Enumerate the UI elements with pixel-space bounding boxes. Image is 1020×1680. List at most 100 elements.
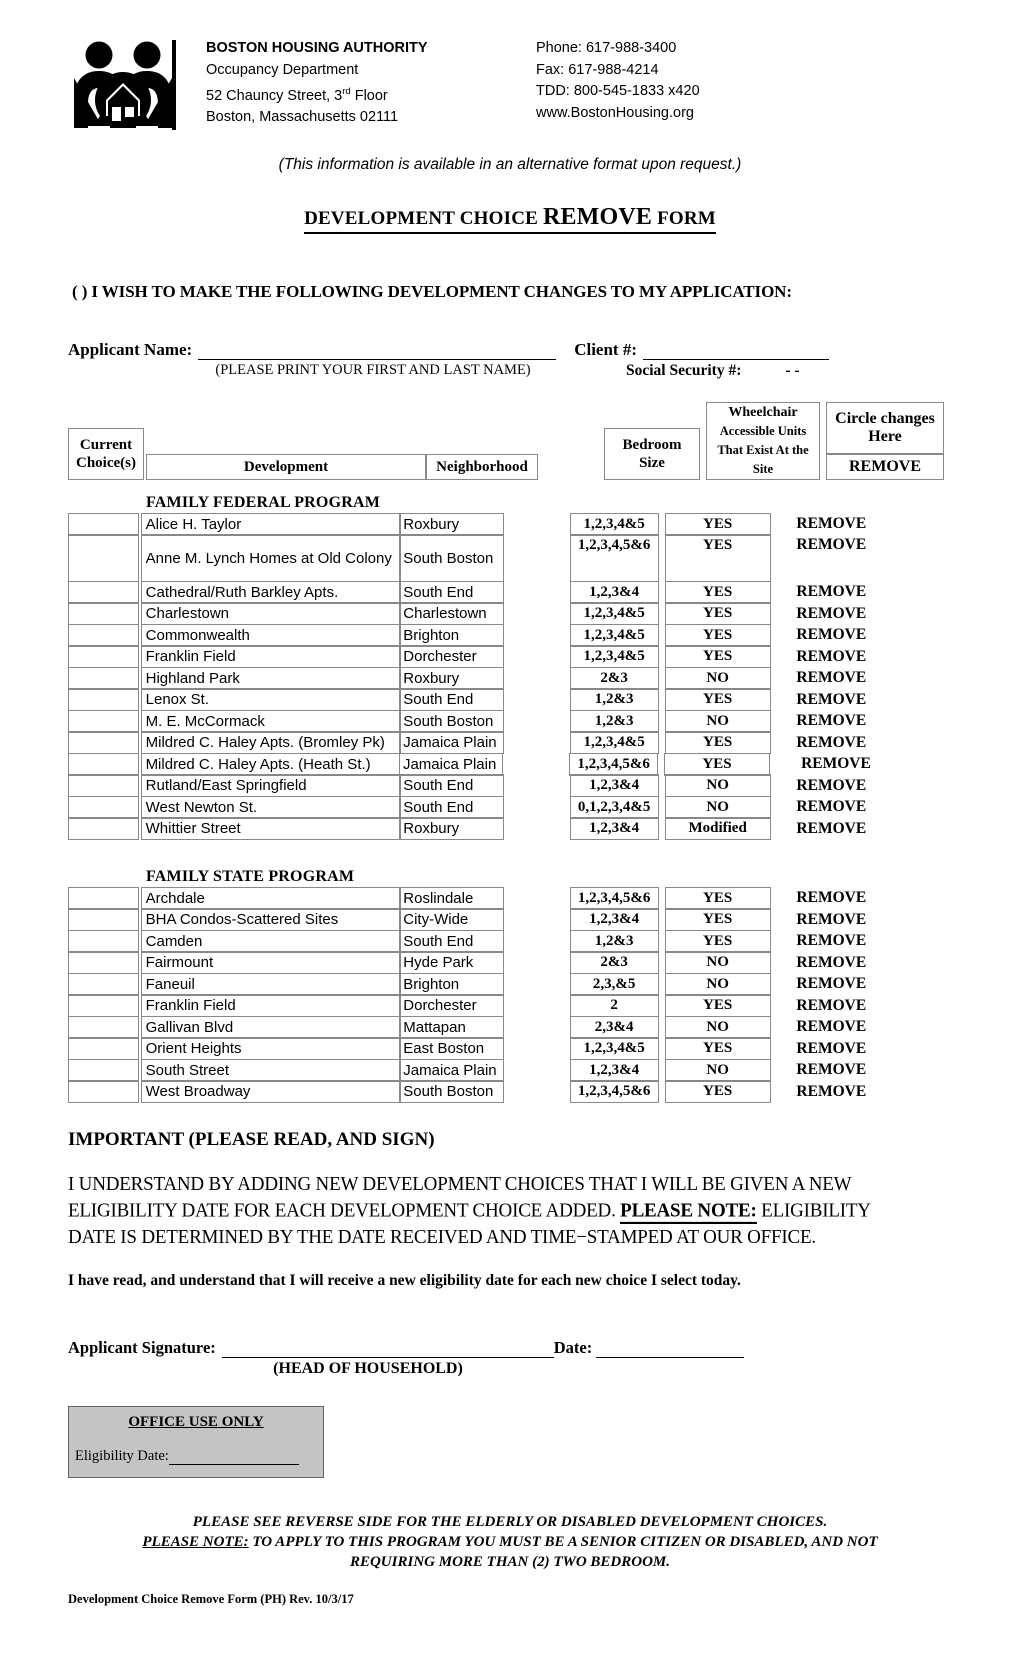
neighborhood-name: Jamaica Plain bbox=[398, 752, 504, 776]
current-choice-checkbox[interactable] bbox=[68, 580, 139, 604]
remove-action-label[interactable]: REMOVE bbox=[777, 534, 886, 582]
remove-action-label[interactable]: REMOVE bbox=[777, 973, 886, 996]
remove-action-label[interactable]: REMOVE bbox=[777, 951, 886, 974]
current-choice-checkbox[interactable] bbox=[68, 512, 139, 536]
table-row: West Newton St. South End 0,1,2,3,4&5 NO REM… bbox=[68, 795, 886, 819]
remove-action-label[interactable]: REMOVE bbox=[777, 710, 886, 733]
development-name: Faneuil bbox=[140, 972, 401, 996]
accessible-units-value: NO bbox=[664, 666, 771, 690]
development-name: Whittier Street bbox=[140, 817, 401, 840]
fax: Fax: 617-988-4214 bbox=[536, 61, 659, 78]
current-choice-checkbox[interactable] bbox=[68, 752, 139, 776]
neighborhood-name: Mattapan bbox=[399, 1015, 504, 1039]
table-row: Lenox St. South End 1,2&3 YES REMOVE bbox=[68, 688, 886, 711]
client-number-input[interactable] bbox=[643, 342, 829, 360]
signature-label: Applicant Signature: bbox=[68, 1338, 216, 1357]
eligibility-date-input[interactable] bbox=[168, 1450, 299, 1465]
city-state-zip: Boston, Massachusetts 02111 bbox=[206, 109, 399, 126]
remove-action-label[interactable]: REMOVE bbox=[777, 1016, 886, 1039]
current-choice-checkbox[interactable] bbox=[68, 645, 139, 668]
current-choice-checkbox[interactable] bbox=[68, 994, 139, 1017]
neighborhood-name: Roxbury bbox=[399, 817, 504, 840]
remove-action-label[interactable]: REMOVE bbox=[777, 908, 886, 931]
neighborhood-name: Dorchester bbox=[399, 994, 504, 1017]
remove-action-label[interactable]: REMOVE bbox=[777, 930, 886, 953]
remove-action-label[interactable]: REMOVE bbox=[777, 1059, 886, 1082]
remove-action-label[interactable]: REMOVE bbox=[777, 688, 886, 711]
ssn-input[interactable]: - - bbox=[785, 362, 799, 380]
development-name: Charlestown bbox=[140, 602, 401, 625]
remove-action-label[interactable]: REMOVE bbox=[777, 645, 886, 668]
neighborhood-name: South Boston bbox=[399, 709, 504, 733]
current-choice-checkbox[interactable] bbox=[68, 908, 139, 931]
program-rows: Archdale Roslindale 1,2,3,4,5&6 YES REMOVE BH… bbox=[68, 886, 886, 1103]
remove-action-label[interactable]: REMOVE bbox=[777, 994, 886, 1017]
remove-action-label[interactable]: REMOVE bbox=[777, 1037, 886, 1060]
development-name: West Broadway bbox=[140, 1080, 401, 1103]
current-choice-checkbox[interactable] bbox=[68, 951, 139, 974]
remove-action-label[interactable]: REMOVE bbox=[777, 581, 886, 604]
program-heading: FAMILY FEDERAL PROGRAM bbox=[146, 494, 381, 511]
table-row: Orient Heights East Boston 1,2,3,4&5 YES REM… bbox=[68, 1037, 886, 1060]
current-choice-checkbox[interactable] bbox=[68, 817, 139, 840]
signature-row: Applicant Signature: Date: bbox=[68, 1338, 1020, 1358]
department: Occupancy Department bbox=[206, 61, 359, 78]
neighborhood-name: Brighton bbox=[399, 623, 504, 647]
development-name: Franklin Field bbox=[140, 994, 401, 1017]
remove-action-label[interactable]: REMOVE bbox=[777, 667, 886, 690]
table-header: Current Choice(s) Development Neighborho… bbox=[68, 402, 944, 480]
current-choice-checkbox[interactable] bbox=[68, 731, 139, 754]
remove-action-label[interactable]: REMOVE bbox=[777, 602, 886, 625]
accessible-units-value: YES bbox=[664, 752, 770, 776]
date-input[interactable] bbox=[596, 1340, 745, 1358]
reverse-line-3: REQUIRING MORE THAN (2) TWO BEDROOM. bbox=[349, 1554, 671, 1570]
remove-action-label[interactable]: REMOVE bbox=[777, 513, 886, 536]
current-choice-checkbox[interactable] bbox=[68, 709, 139, 733]
current-choice-checkbox[interactable] bbox=[68, 1015, 139, 1039]
title-part-3: FORM bbox=[652, 208, 716, 229]
remove-action-label[interactable]: REMOVE bbox=[777, 731, 886, 754]
current-choice-checkbox[interactable] bbox=[68, 534, 139, 582]
current-choice-checkbox[interactable] bbox=[68, 1058, 139, 1082]
current-choice-checkbox[interactable] bbox=[68, 929, 139, 953]
remove-action-label[interactable]: REMOVE bbox=[777, 796, 886, 819]
remove-action-label[interactable]: REMOVE bbox=[777, 817, 886, 840]
letterhead-contact: Phone: 617-988-3400 Fax: 617-988-4214 TD… bbox=[536, 38, 866, 129]
current-choice-checkbox[interactable] bbox=[68, 972, 139, 996]
table-row: BHA Condos-Scattered Sites City-Wide 1,2,3… bbox=[68, 908, 886, 931]
remove-action-label[interactable]: REMOVE bbox=[777, 774, 886, 797]
development-name: M. E. McCormack bbox=[140, 709, 401, 733]
current-choice-checkbox[interactable] bbox=[68, 623, 139, 647]
form-page: BOSTON HOUSING AUTHORITY Occupancy Depar… bbox=[0, 0, 1020, 1680]
current-choice-checkbox[interactable] bbox=[68, 688, 139, 711]
current-choice-checkbox[interactable] bbox=[68, 602, 139, 625]
bedroom-size-value: 1,2,3,4&5 bbox=[569, 512, 659, 536]
development-name: Mildred C. Haley Apts. (Bromley Pk) bbox=[140, 731, 401, 754]
current-choice-checkbox[interactable] bbox=[68, 666, 139, 690]
current-choice-checkbox[interactable] bbox=[68, 1080, 139, 1103]
current-choice-checkbox[interactable] bbox=[68, 886, 139, 910]
table-row: South Street Jamaica Plain 1,2,3&4 NO REMOVE bbox=[68, 1058, 886, 1082]
bedroom-size-value: 2,3&4 bbox=[569, 1015, 659, 1039]
title-part-remove: REMOVE bbox=[542, 204, 653, 230]
bha-logo bbox=[72, 38, 180, 130]
remove-action-label[interactable]: REMOVE bbox=[777, 1080, 886, 1103]
accessible-units-value: NO bbox=[664, 972, 771, 996]
remove-action-label[interactable]: REMOVE bbox=[777, 887, 886, 910]
remove-action-label[interactable]: REMOVE bbox=[776, 753, 886, 776]
development-name: Franklin Field bbox=[140, 645, 401, 668]
accessible-units-value: NO bbox=[664, 951, 771, 974]
neighborhood-name: South End bbox=[399, 929, 504, 953]
table-row: Anne M. Lynch Homes at Old Colony South B… bbox=[68, 534, 886, 582]
current-choice-checkbox[interactable] bbox=[68, 795, 139, 819]
remove-action-label[interactable]: REMOVE bbox=[777, 624, 886, 647]
applicant-name-input[interactable] bbox=[198, 342, 557, 360]
current-choice-checkbox[interactable] bbox=[68, 1037, 139, 1060]
accessible-units-value: YES bbox=[664, 534, 771, 582]
header-circle-changes: Circle changes Here bbox=[826, 402, 944, 454]
signature-input[interactable] bbox=[221, 1340, 554, 1358]
bedroom-size-value: 1,2,3&4 bbox=[569, 1058, 659, 1082]
current-choice-checkbox[interactable] bbox=[68, 774, 139, 797]
programs-container: FAMILY FEDERAL PROGRAM Alice H. Taylor Rox… bbox=[0, 494, 1020, 1103]
accessible-units-value: YES bbox=[664, 1037, 771, 1060]
